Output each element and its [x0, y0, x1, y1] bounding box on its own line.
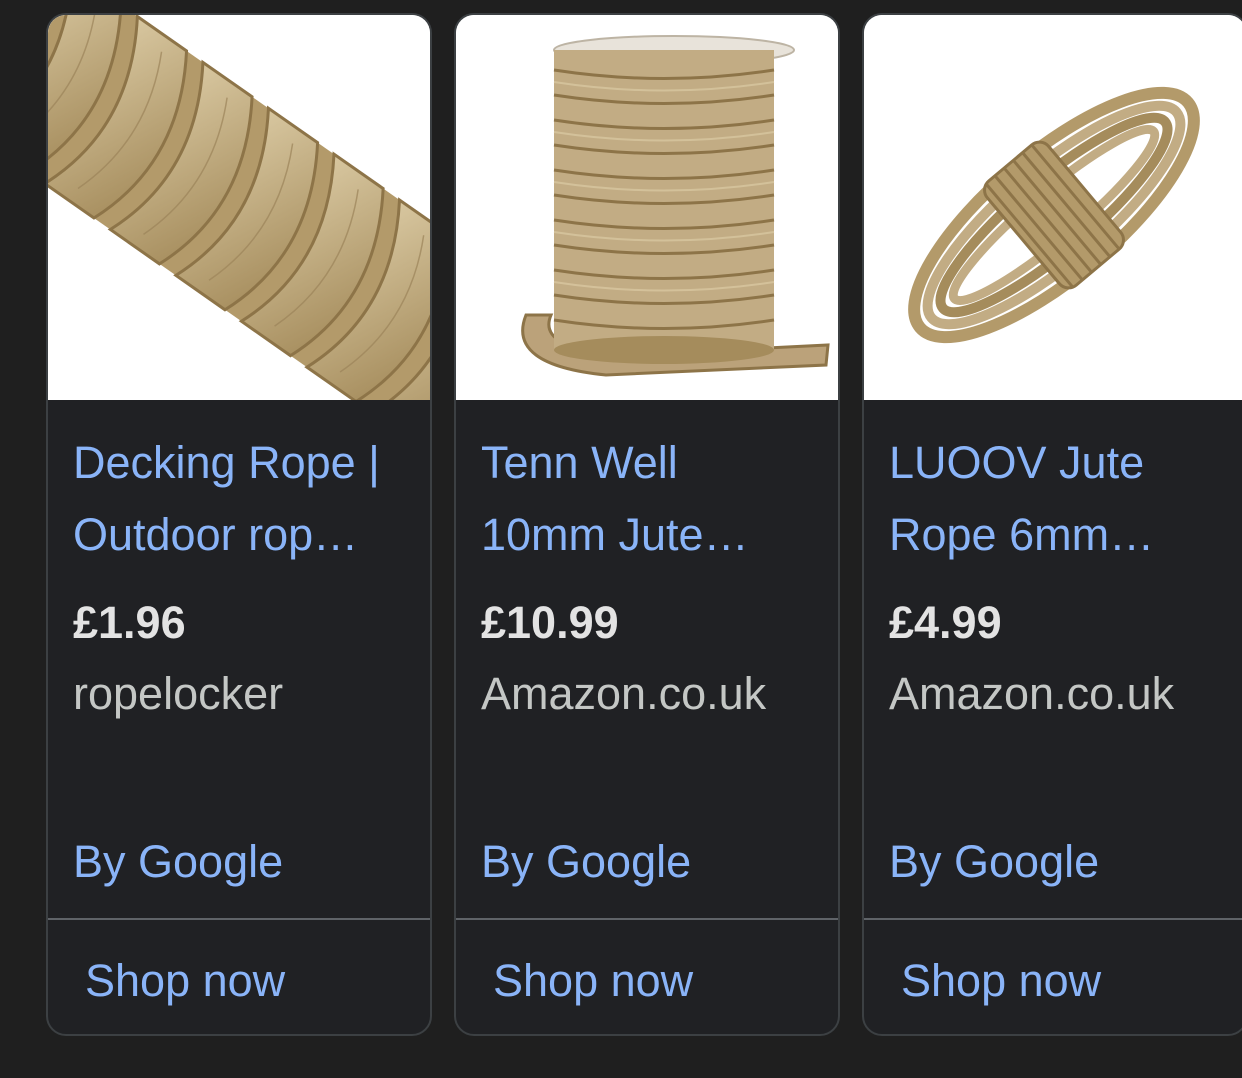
product-image[interactable] — [48, 15, 430, 400]
product-card[interactable]: LUOOV Jute Rope 6mm… £4.99 Amazon.co.uk … — [862, 13, 1242, 1036]
product-merchant: Amazon.co.uk — [481, 668, 767, 719]
product-card[interactable]: Tenn Well 10mm Jute… £10.99 Amazon.co.uk… — [454, 13, 840, 1036]
product-title[interactable]: Decking Rope | Outdoor rop… — [73, 427, 418, 571]
product-title-line: LUOOV Jute — [889, 437, 1145, 488]
product-merchant: Amazon.co.uk — [889, 668, 1175, 719]
by-google-link[interactable]: By Google — [481, 834, 691, 890]
card-divider — [456, 918, 838, 920]
product-title[interactable]: LUOOV Jute Rope 6mm… — [889, 427, 1234, 571]
product-card[interactable]: Decking Rope | Outdoor rop… £1.96 ropelo… — [46, 13, 432, 1036]
product-title-line: Tenn Well — [481, 437, 678, 488]
product-title[interactable]: Tenn Well 10mm Jute… — [481, 427, 826, 571]
by-google-link[interactable]: By Google — [889, 834, 1099, 890]
shop-now-button[interactable]: Shop now — [901, 953, 1101, 1009]
card-divider — [48, 918, 430, 920]
product-price: £1.96 — [73, 597, 186, 648]
shop-now-button[interactable]: Shop now — [85, 953, 285, 1009]
product-merchant: ropelocker — [73, 668, 284, 719]
twisted-rope-icon — [48, 15, 430, 400]
product-title-line: 10mm Jute… — [481, 509, 749, 560]
shop-now-button[interactable]: Shop now — [493, 953, 693, 1009]
product-title-line: Decking Rope | — [73, 437, 380, 488]
rope-hank-icon — [864, 15, 1242, 400]
product-image[interactable] — [456, 15, 838, 400]
product-image[interactable] — [864, 15, 1242, 400]
product-price: £10.99 — [481, 597, 619, 648]
product-title-line: Outdoor rop… — [73, 509, 359, 560]
card-divider — [864, 918, 1242, 920]
product-carousel: Decking Rope | Outdoor rop… £1.96 ropelo… — [0, 0, 1242, 1078]
product-price: £4.99 — [889, 597, 1002, 648]
by-google-link[interactable]: By Google — [73, 834, 283, 890]
product-title-line: Rope 6mm… — [889, 509, 1155, 560]
rope-spool-icon — [456, 15, 838, 400]
